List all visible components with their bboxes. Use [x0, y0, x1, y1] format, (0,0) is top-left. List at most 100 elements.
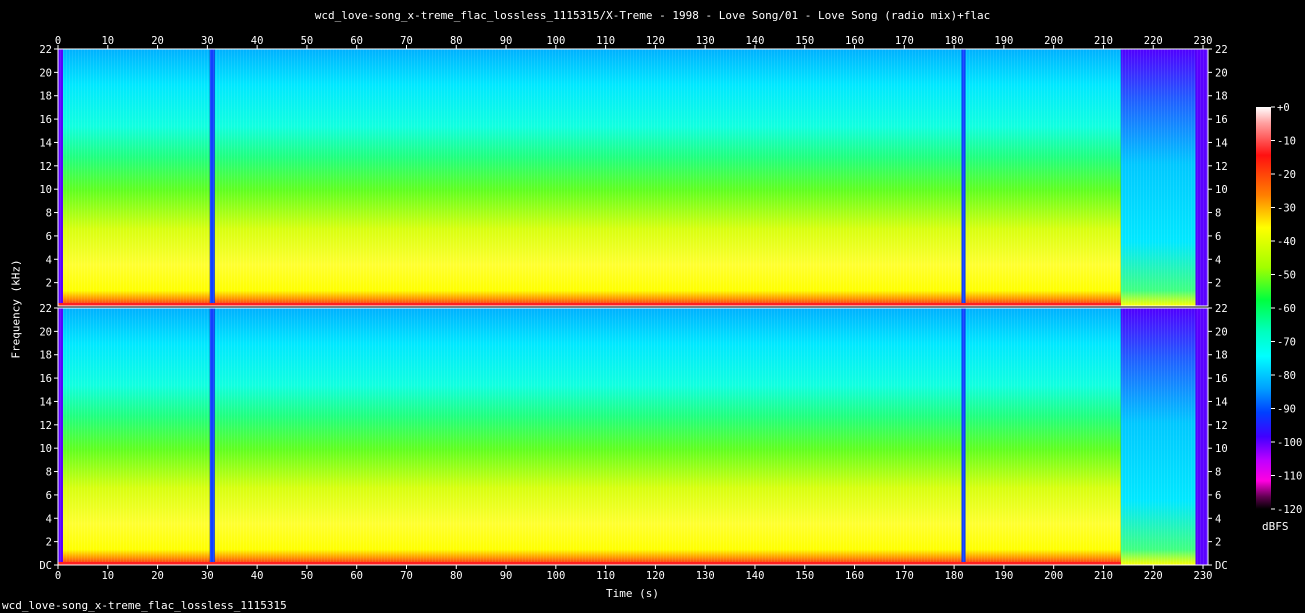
x-tick-label-bottom-6: 60: [350, 570, 363, 582]
y-tick-label-left-0-11: 22: [39, 44, 52, 56]
x-tick-label-top-11: 110: [596, 35, 615, 47]
x-tick-label-bottom-22: 220: [1144, 570, 1163, 582]
x-tick-label-top-0: 0: [55, 35, 61, 47]
y-tick-label-left-0-1: 2: [46, 278, 52, 290]
y-tick-label-right-1-7: 14: [1215, 396, 1228, 408]
x-tick-label-top-21: 210: [1094, 35, 1113, 47]
y-tick-label-right-1-2: 4: [1215, 513, 1221, 525]
colorbar-tick-label-7: -70: [1277, 337, 1296, 349]
x-tick-label-bottom-5: 50: [301, 570, 314, 582]
y-tick-label-right-1-1: 2: [1215, 537, 1221, 549]
x-tick-label-top-7: 70: [400, 35, 413, 47]
x-tick-label-top-18: 180: [945, 35, 964, 47]
y-tick-label-left-0-7: 14: [39, 137, 52, 149]
y-tick-label-right-0-3: 6: [1215, 231, 1221, 243]
x-tick-label-bottom-8: 80: [450, 570, 463, 582]
x-tick-label-top-9: 90: [500, 35, 513, 47]
x-tick-label-bottom-0: 0: [55, 570, 61, 582]
x-tick-label-bottom-23: 230: [1194, 570, 1213, 582]
x-tick-label-bottom-7: 70: [400, 570, 413, 582]
x-tick-label-top-4: 40: [251, 35, 264, 47]
y-tick-label-left-1-2: 4: [46, 513, 52, 525]
y-tick-label-right-0-2: 4: [1215, 254, 1221, 266]
x-tick-label-top-16: 160: [845, 35, 864, 47]
colorbar-tick-label-9: -90: [1277, 404, 1296, 416]
x-tick-label-bottom-21: 210: [1094, 570, 1113, 582]
x-tick-label-top-6: 60: [350, 35, 363, 47]
y-tick-label-right-0-7: 14: [1215, 137, 1228, 149]
x-tick-label-top-2: 20: [151, 35, 164, 47]
x-tick-label-top-12: 120: [646, 35, 665, 47]
footer-filename: wcd_love-song_x-treme_flac_lossless_1115…: [2, 599, 287, 612]
y-tick-label-left-0-5: 10: [39, 184, 52, 196]
colorbar-tick-label-2: -20: [1277, 169, 1296, 181]
x-tick-label-top-19: 190: [994, 35, 1013, 47]
x-tick-label-top-10: 100: [546, 35, 565, 47]
y-tick-label-right-1-4: 8: [1215, 467, 1221, 479]
y-tick-label-left-1-1: 2: [46, 537, 52, 549]
x-tick-label-top-13: 130: [696, 35, 715, 47]
y-tick-label-left-1-9: 18: [39, 350, 52, 362]
x-tick-label-top-8: 80: [450, 35, 463, 47]
y-tick-label-left-1-10: 20: [39, 326, 52, 338]
y-tick-label-right-0-5: 10: [1215, 184, 1228, 196]
colorbar-tick-label-12: -120: [1277, 504, 1302, 516]
y-tick-label-right-1-5: 10: [1215, 443, 1228, 455]
colorbar-tick-label-10: -100: [1277, 437, 1302, 449]
y-tick-label-left-0-9: 18: [39, 91, 52, 103]
x-tick-label-bottom-19: 190: [994, 570, 1013, 582]
x-tick-label-bottom-10: 100: [546, 570, 565, 582]
y-tick-label-right-0-8: 16: [1215, 114, 1228, 126]
y-tick-label-left-1-7: 14: [39, 396, 52, 408]
y-tick-label-left-0-8: 16: [39, 114, 52, 126]
x-tick-label-top-1: 10: [101, 35, 114, 47]
colorbar-tick-label-8: -80: [1277, 370, 1296, 382]
x-tick-label-bottom-18: 180: [945, 570, 964, 582]
x-tick-label-top-23: 230: [1194, 35, 1213, 47]
y-axis-label: Frequency (kHz): [9, 259, 23, 359]
y-tick-label-left-1-0: DC: [39, 560, 52, 572]
spectrum-texture: [58, 308, 1208, 565]
y-tick-label-right-1-11: 22: [1215, 303, 1228, 315]
y-tick-label-right-1-3: 6: [1215, 490, 1221, 502]
y-tick-label-left-0-2: 4: [46, 254, 52, 266]
y-tick-label-left-1-8: 16: [39, 373, 52, 385]
x-tick-label-bottom-9: 90: [500, 570, 513, 582]
x-tick-label-top-17: 170: [895, 35, 914, 47]
y-tick-label-left-1-6: 12: [39, 420, 52, 432]
colorbar-tick-label-11: -110: [1277, 471, 1302, 483]
x-tick-label-top-15: 150: [795, 35, 814, 47]
colorbar-tick-label-1: -10: [1277, 136, 1296, 148]
y-tick-label-right-1-0: DC: [1215, 560, 1228, 572]
x-tick-label-top-22: 220: [1144, 35, 1163, 47]
colorbar-tick-label-6: -60: [1277, 303, 1296, 315]
x-tick-label-bottom-16: 160: [845, 570, 864, 582]
colorbar-tick-label-5: -50: [1277, 270, 1296, 282]
y-tick-label-right-0-9: 18: [1215, 91, 1228, 103]
x-tick-label-top-20: 200: [1044, 35, 1063, 47]
x-tick-label-top-14: 140: [745, 35, 764, 47]
y-tick-label-left-1-11: 22: [39, 303, 52, 315]
y-tick-label-right-1-8: 16: [1215, 373, 1228, 385]
colorbar-tick-label-0: +0: [1277, 102, 1290, 114]
y-tick-label-right-1-9: 18: [1215, 350, 1228, 362]
x-tick-label-bottom-17: 170: [895, 570, 914, 582]
x-tick-label-bottom-12: 120: [646, 570, 665, 582]
y-tick-label-left-1-5: 10: [39, 443, 52, 455]
colorbar-tick-label-4: -40: [1277, 236, 1296, 248]
x-tick-label-bottom-1: 10: [101, 570, 114, 582]
x-tick-label-bottom-11: 110: [596, 570, 615, 582]
x-tick-label-bottom-13: 130: [696, 570, 715, 582]
y-tick-label-left-1-3: 6: [46, 490, 52, 502]
channel-panel-2: [57, 307, 1209, 566]
x-tick-label-bottom-2: 20: [151, 570, 164, 582]
y-tick-label-left-1-4: 8: [46, 467, 52, 479]
colorbar-gradient: [1256, 107, 1271, 509]
y-tick-label-left-0-6: 12: [39, 161, 52, 173]
y-tick-label-right-1-10: 20: [1215, 326, 1228, 338]
y-tick-label-left-0-3: 6: [46, 231, 52, 243]
y-tick-label-right-0-1: 2: [1215, 278, 1221, 290]
spectrum-texture: [58, 49, 1208, 306]
y-tick-label-right-1-6: 12: [1215, 420, 1228, 432]
x-tick-label-bottom-20: 200: [1044, 570, 1063, 582]
